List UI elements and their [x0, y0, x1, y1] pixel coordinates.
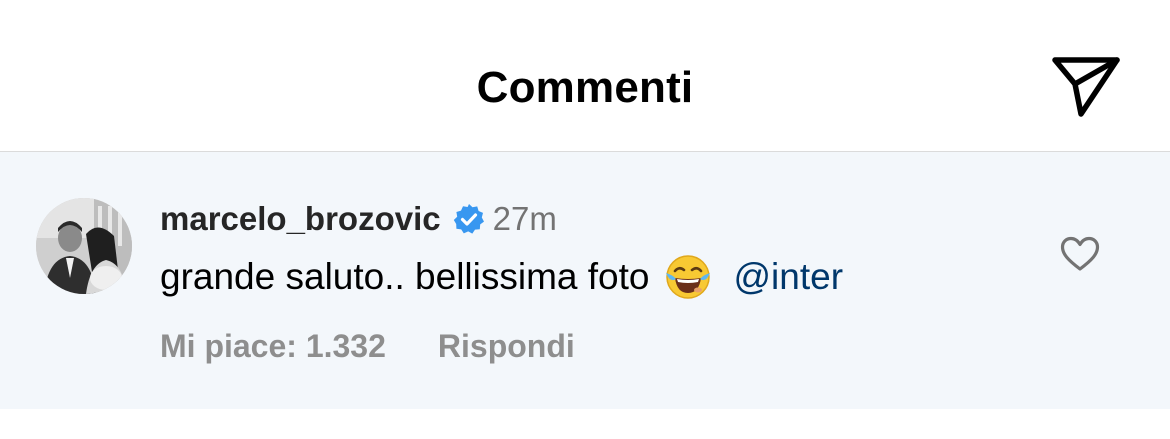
share-button[interactable] — [1046, 50, 1126, 122]
comment-actions: Mi piace: 1.332 Rispondi — [160, 324, 575, 368]
like-comment-button[interactable] — [1058, 232, 1102, 276]
comment-text: grande saluto.. bellissima foto — [160, 256, 650, 297]
avatar-photo — [36, 198, 132, 294]
reply-button[interactable]: Rispondi — [438, 328, 575, 365]
mention-link[interactable]: @inter — [734, 256, 844, 298]
username[interactable]: marcelo_brozovic — [160, 200, 441, 238]
likes-count[interactable]: Mi piace: 1.332 — [160, 328, 386, 365]
comments-screen: Commenti marcelo_brozovic 27m grande sal… — [0, 0, 1170, 439]
heart-outline-icon — [1060, 236, 1100, 271]
page-title: Commenti — [476, 63, 694, 112]
verified-badge-icon — [453, 203, 485, 235]
comment-header: marcelo_brozovic 27m — [160, 196, 557, 242]
laughing-emoji-icon — [664, 253, 712, 301]
comments-header: Commenti — [0, 0, 1170, 152]
comment-timestamp: 27m — [492, 200, 557, 237]
avatar[interactable] — [36, 198, 132, 294]
paper-plane-icon — [1052, 57, 1120, 117]
bottom-spacer — [0, 409, 1170, 439]
comment-body: grande saluto.. bellissima foto @inter — [160, 252, 843, 302]
comment-item: marcelo_brozovic 27m grande saluto.. bel… — [0, 152, 1170, 409]
